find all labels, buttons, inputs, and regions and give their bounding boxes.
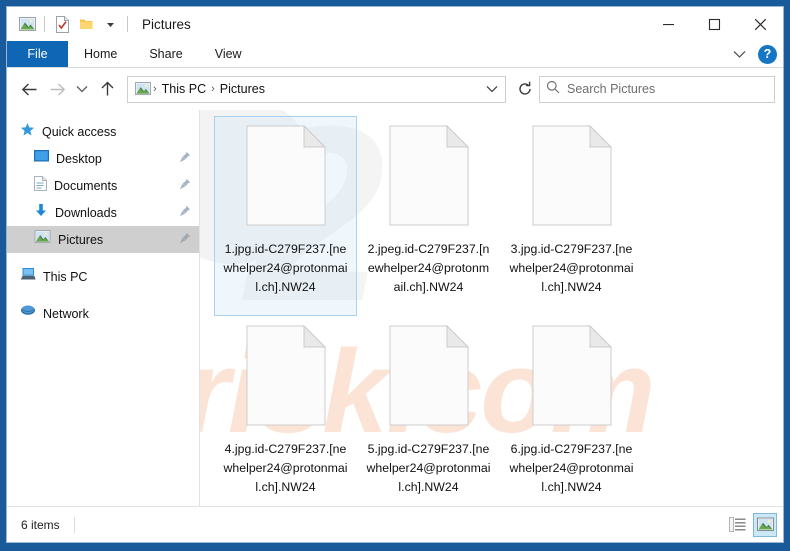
search-input[interactable]: Search Pictures bbox=[539, 76, 775, 103]
file-list-pane[interactable]: 2 risk.com 1.jpg.id-C279F237.[newhelper2… bbox=[200, 110, 783, 506]
toolbar-divider-2 bbox=[127, 16, 128, 32]
search-placeholder: Search Pictures bbox=[567, 82, 655, 96]
tab-share[interactable]: Share bbox=[133, 41, 198, 67]
breadcrumb-pictures[interactable]: Pictures bbox=[216, 82, 269, 96]
quick-access-toolbar bbox=[15, 12, 133, 36]
pin-icon[interactable] bbox=[179, 231, 191, 249]
ribbon-tab-bar: File Home Share View ? bbox=[7, 41, 783, 68]
generic-file-icon bbox=[389, 325, 469, 431]
tab-home[interactable]: Home bbox=[68, 41, 133, 67]
breadcrumb-this-pc[interactable]: This PC bbox=[158, 82, 210, 96]
file-name-label: 4.jpg.id-C279F237.[newhelper24@protonmai… bbox=[223, 440, 349, 497]
sidebar-label-documents: Documents bbox=[54, 179, 117, 193]
back-button[interactable] bbox=[15, 75, 43, 103]
expand-ribbon-chevron-icon[interactable] bbox=[728, 44, 750, 66]
pin-icon[interactable] bbox=[179, 150, 191, 168]
details-view-icon[interactable] bbox=[725, 513, 749, 537]
sidebar-label-downloads: Downloads bbox=[55, 206, 117, 220]
file-name-label: 2.jpeg.id-C279F237.[newhelper24@protonma… bbox=[366, 240, 492, 297]
sidebar-label-this-pc: This PC bbox=[43, 270, 87, 284]
file-item[interactable]: 2.jpeg.id-C279F237.[newhelper24@protonma… bbox=[357, 116, 500, 316]
large-icons-view-icon[interactable] bbox=[753, 513, 777, 537]
desktop-icon bbox=[34, 149, 49, 168]
generic-file-icon bbox=[246, 125, 326, 231]
file-name-label: 3.jpg.id-C279F237.[newhelper24@protonmai… bbox=[509, 240, 635, 297]
generic-file-icon bbox=[532, 325, 612, 431]
properties-icon[interactable] bbox=[50, 12, 74, 36]
sidebar-gap-2 bbox=[7, 290, 199, 300]
file-grid: 1.jpg.id-C279F237.[newhelper24@protonmai… bbox=[214, 116, 779, 506]
new-folder-icon[interactable] bbox=[74, 12, 98, 36]
file-item[interactable]: 3.jpg.id-C279F237.[newhelper24@protonmai… bbox=[500, 116, 643, 316]
window-controls bbox=[645, 7, 783, 41]
maximize-button[interactable] bbox=[691, 7, 737, 41]
sidebar-item-desktop[interactable]: Desktop bbox=[7, 145, 199, 172]
close-button[interactable] bbox=[737, 7, 783, 41]
pin-icon[interactable] bbox=[179, 204, 191, 222]
sidebar-item-pictures[interactable]: Pictures bbox=[7, 226, 199, 253]
generic-file-icon bbox=[389, 125, 469, 231]
pin-icon[interactable] bbox=[179, 177, 191, 195]
title-bar: Pictures bbox=[7, 7, 783, 41]
tab-view[interactable]: View bbox=[199, 41, 258, 67]
ribbon-right-controls: ? bbox=[728, 41, 777, 68]
window-title: Pictures bbox=[142, 17, 191, 32]
pictures-icon bbox=[34, 230, 51, 249]
file-name-label: 1.jpg.id-C279F237.[newhelper24@protonmai… bbox=[223, 240, 349, 297]
item-count-label: 6 items bbox=[21, 518, 60, 532]
file-item[interactable]: 4.jpg.id-C279F237.[newhelper24@protonmai… bbox=[214, 316, 357, 506]
star-icon bbox=[20, 122, 35, 142]
tab-file[interactable]: File bbox=[7, 41, 68, 67]
address-input[interactable]: › This PC › Pictures bbox=[127, 76, 506, 103]
sidebar-item-documents[interactable]: Documents bbox=[7, 172, 199, 199]
sidebar-label-quick-access: Quick access bbox=[42, 125, 116, 139]
file-item[interactable]: 6.jpg.id-C279F237.[newhelper24@protonmai… bbox=[500, 316, 643, 506]
sidebar-item-network[interactable]: Network bbox=[7, 300, 199, 327]
explorer-window: Pictures File Home Share View ? bbox=[6, 6, 784, 543]
recent-locations-chevron-icon[interactable] bbox=[71, 75, 93, 103]
toolbar-divider bbox=[44, 16, 45, 32]
search-icon bbox=[546, 80, 560, 99]
up-button[interactable] bbox=[93, 75, 121, 103]
downloads-icon bbox=[34, 203, 48, 223]
minimize-button[interactable] bbox=[645, 7, 691, 41]
sidebar-item-quick-access[interactable]: Quick access bbox=[7, 118, 199, 145]
address-bar: › This PC › Pictures Search Pictures bbox=[7, 68, 783, 110]
network-icon bbox=[20, 304, 36, 323]
forward-button bbox=[43, 75, 71, 103]
help-button[interactable]: ? bbox=[758, 45, 777, 64]
refresh-button[interactable] bbox=[511, 75, 539, 103]
sidebar-item-downloads[interactable]: Downloads bbox=[7, 199, 199, 226]
file-item[interactable]: 5.jpg.id-C279F237.[newhelper24@protonmai… bbox=[357, 316, 500, 506]
breadcrumb-pictures-icon bbox=[133, 80, 152, 99]
customize-chevron-icon[interactable] bbox=[98, 12, 122, 36]
documents-icon bbox=[34, 176, 47, 196]
sidebar-label-network: Network bbox=[43, 307, 89, 321]
sidebar-label-desktop: Desktop bbox=[56, 152, 102, 166]
main-content: Quick access Desktop Documents bbox=[7, 110, 783, 506]
file-item[interactable]: 1.jpg.id-C279F237.[newhelper24@protonmai… bbox=[214, 116, 357, 316]
window-frame: Pictures File Home Share View ? bbox=[0, 0, 790, 551]
pictures-icon[interactable] bbox=[15, 12, 39, 36]
navigation-pane: Quick access Desktop Documents bbox=[7, 110, 200, 506]
view-toggle-group bbox=[725, 513, 777, 537]
sidebar-item-this-pc[interactable]: This PC bbox=[7, 263, 199, 290]
this-pc-icon bbox=[20, 267, 36, 286]
file-name-label: 5.jpg.id-C279F237.[newhelper24@protonmai… bbox=[366, 440, 492, 497]
status-bar: 6 items bbox=[7, 506, 783, 542]
file-name-label: 6.jpg.id-C279F237.[newhelper24@protonmai… bbox=[509, 440, 635, 497]
status-divider bbox=[74, 517, 75, 533]
sidebar-gap-1 bbox=[7, 253, 199, 263]
generic-file-icon bbox=[532, 125, 612, 231]
sidebar-label-pictures: Pictures bbox=[58, 233, 103, 247]
address-dropdown-chevron-icon[interactable] bbox=[481, 77, 503, 102]
generic-file-icon bbox=[246, 325, 326, 431]
